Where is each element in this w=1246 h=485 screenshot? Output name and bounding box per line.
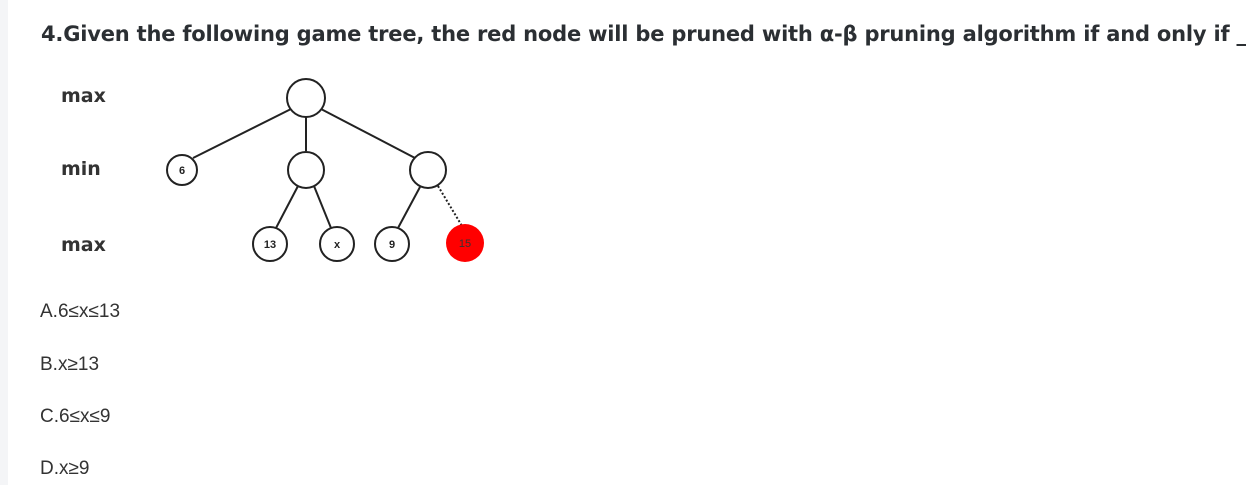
min-node-middle bbox=[287, 151, 325, 189]
option-c[interactable]: C.6≤x≤9 bbox=[40, 406, 111, 428]
edge-mid-x bbox=[313, 185, 332, 229]
leaf-node-x-label: x bbox=[334, 239, 341, 251]
edge-right-9 bbox=[397, 186, 421, 229]
min-node-6-label: 6 bbox=[179, 165, 185, 177]
pruned-red-node-label: 15 bbox=[459, 238, 471, 250]
min-node-right bbox=[409, 151, 447, 189]
leaf-node-9-label: 9 bbox=[389, 239, 395, 251]
edge-mid-13 bbox=[275, 185, 299, 229]
option-a[interactable]: A.6≤x≤13 bbox=[40, 301, 120, 323]
leaf-node-13-label: 13 bbox=[264, 239, 276, 251]
game-tree-diagram: 6 13 x 9 15 bbox=[166, 78, 484, 262]
edge-right-15-dashed bbox=[437, 185, 463, 227]
edge-root-right bbox=[320, 108, 416, 159]
edge-root-left bbox=[192, 108, 292, 159]
option-d[interactable]: D.x≥9 bbox=[40, 458, 90, 480]
option-b[interactable]: B.x≥13 bbox=[40, 354, 99, 376]
root-max-node bbox=[286, 78, 326, 118]
